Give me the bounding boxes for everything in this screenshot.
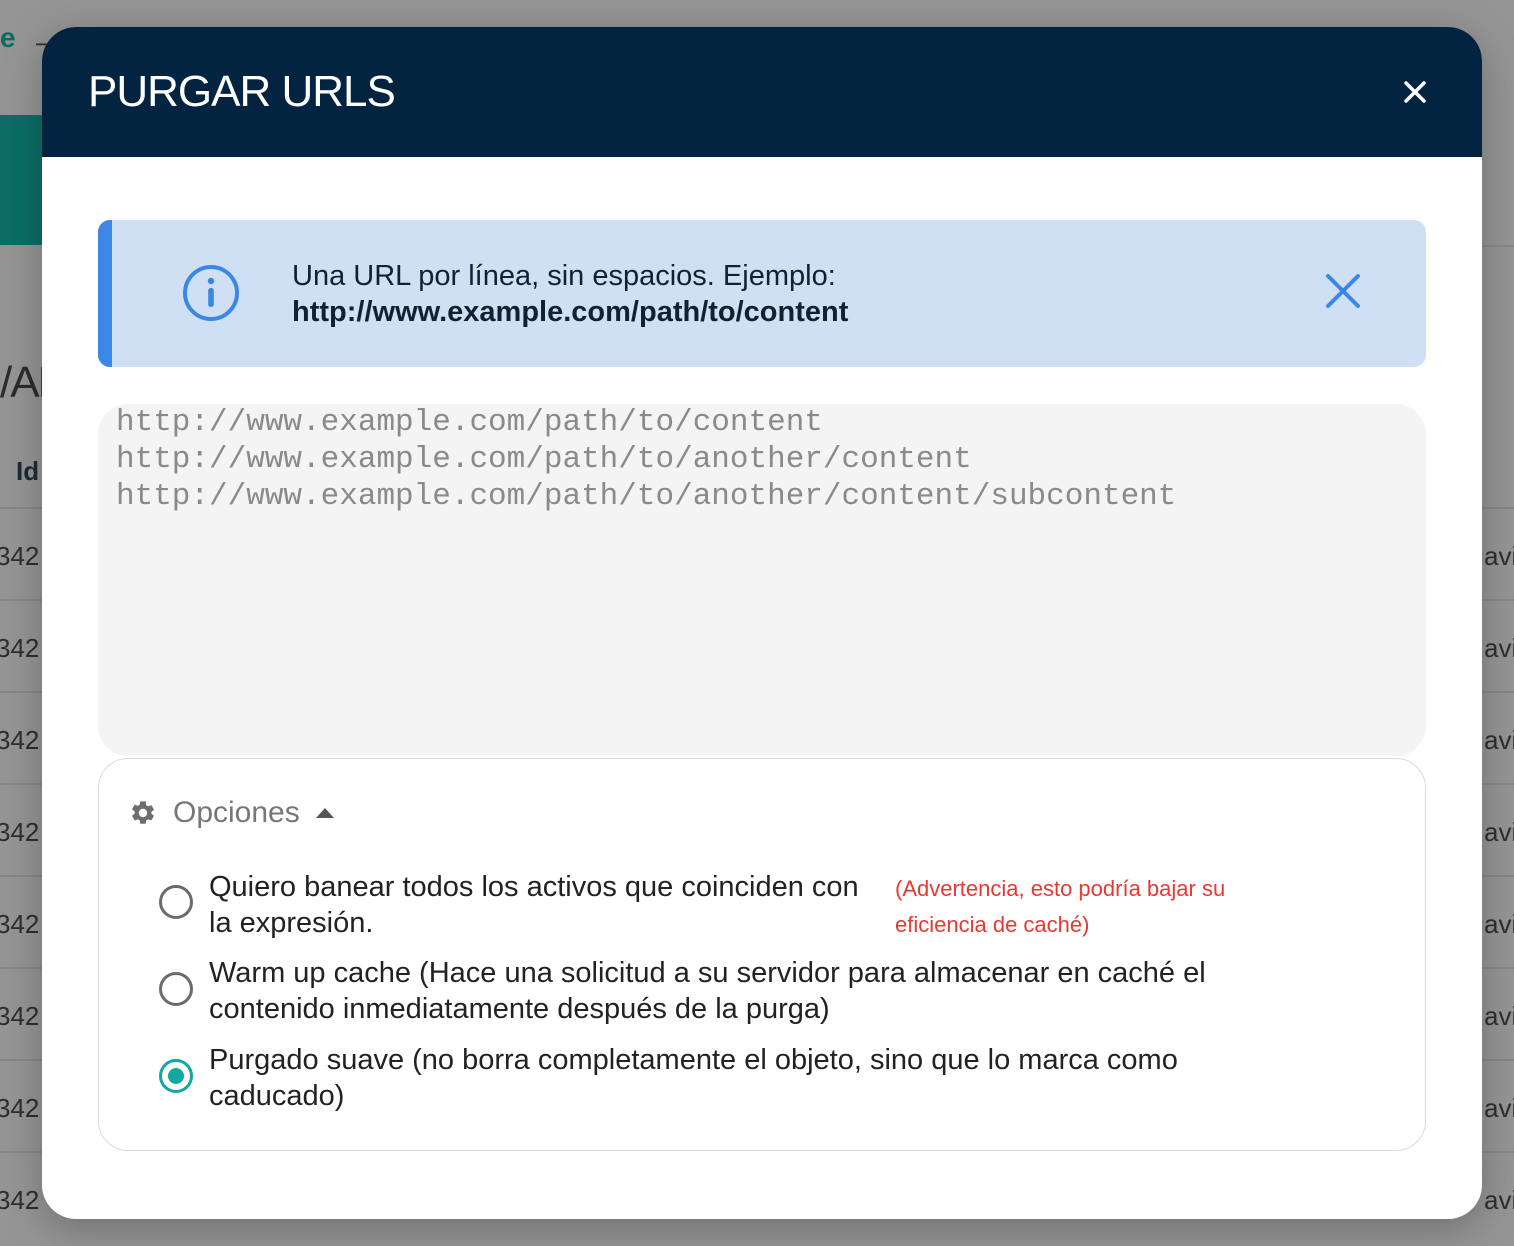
alert-example-url: http://www.example.com/path/to/content [292,296,849,328]
background-row-id: 342 [0,1093,40,1123]
background-row-id: 342 [0,1001,40,1031]
option-label: Quiero banear todos los activos que coin… [209,871,859,939]
close-icon[interactable] [1324,272,1362,310]
background-row-right: avi [1484,1001,1514,1031]
radio-soft-purge[interactable] [159,1059,193,1093]
background-row-right: avi [1484,817,1514,847]
purge-urls-modal: PURGAR URLS Una URL por línea, sin espac… [42,27,1482,1219]
options-toggle[interactable]: Opciones [129,795,334,831]
background-row-right: avi [1484,633,1514,663]
background-row-right: avi [1484,1185,1514,1215]
option-warning: (Advertencia, esto podría bajar su efici… [895,876,1226,937]
alert-message: Una URL por línea, sin espacios. Ejemplo… [292,258,848,330]
option-label: Warm up cache (Hace una solicitud a su s… [209,957,1206,1025]
background-logo-fragment: e [0,22,16,53]
modal-title: PURGAR URLS [88,67,396,116]
radio-ban-matching-assets[interactable] [159,885,193,919]
close-icon[interactable] [1398,75,1432,109]
gear-icon [132,801,154,824]
caret-up-icon [315,808,334,818]
background-row-id: 342 [0,817,40,847]
alert-message-line1: Una URL por línea, sin espacios. Ejemplo… [292,260,836,292]
background-row-id: 342 [0,909,40,939]
background-row-right: avi [1484,541,1514,571]
background-row-id: 342 [0,541,40,571]
alert-accent-bar [98,220,112,367]
info-alert: Una URL por línea, sin espacios. Ejemplo… [98,220,1426,367]
background-column-header-id: Id [16,456,40,486]
info-icon [183,265,239,321]
background-row-right: avi [1484,909,1514,939]
background-row-right: avi [1484,1093,1514,1123]
background-row-id: 342 [0,725,40,755]
options-label: Opciones [173,796,300,829]
radio-warm-up-cache[interactable] [159,972,193,1006]
option-label: Purgado suave (no borra completamente el… [209,1044,1178,1112]
options-panel: Opciones Quiero banear todos los activos… [98,758,1426,1151]
background-divider [1482,245,1514,247]
background-row-id: 342 [0,633,40,663]
modal-header: PURGAR URLS [42,27,1482,157]
background-row-right: avi [1484,725,1514,755]
urls-textarea[interactable] [98,404,1426,756]
background-row-id: 342 [0,1185,40,1215]
